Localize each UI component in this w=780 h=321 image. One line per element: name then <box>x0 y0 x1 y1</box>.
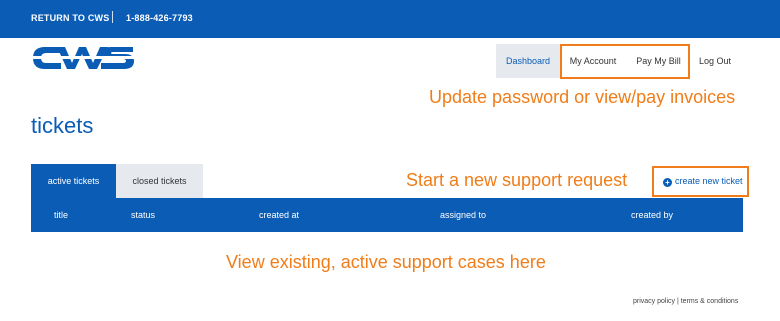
new-request-annotation: Start a new support request <box>406 170 628 190</box>
tab-closed-tickets[interactable]: closed tickets <box>116 164 203 198</box>
privacy-policy-link[interactable]: privacy policy <box>633 298 675 305</box>
phone-number[interactable]: 1-888-426-7793 <box>126 13 193 23</box>
terms-link[interactable]: terms & conditions <box>681 298 739 305</box>
page-title: tickets <box>31 113 94 138</box>
existing-cases-annotation: View existing, active support cases here <box>226 252 546 272</box>
nav-dashboard[interactable]: Dashboard <box>496 44 560 78</box>
account-annotation: Update password or view/pay invoices <box>429 87 736 107</box>
cws-logo[interactable] <box>31 44 134 72</box>
create-ticket-button[interactable]: + create new ticket <box>652 166 749 197</box>
account-highlight-box <box>560 44 690 79</box>
column-header-title[interactable]: title <box>54 210 68 220</box>
column-header-created-by[interactable]: created by <box>631 210 673 220</box>
column-header-created-at[interactable]: created at <box>259 210 299 220</box>
create-ticket-label: create new ticket <box>675 176 743 186</box>
footer-links: privacy policy | terms & conditions <box>633 298 738 305</box>
tab-active-tickets[interactable]: active tickets <box>31 164 116 198</box>
nav-log-out[interactable]: Log Out <box>691 44 739 78</box>
plus-circle-icon: + <box>663 178 672 187</box>
topbar-divider <box>112 11 113 23</box>
cws-logo-graphic <box>31 47 134 69</box>
return-to-cws-link[interactable]: RETURN TO CWS <box>31 13 109 23</box>
tickets-table-header: title status created at assigned to crea… <box>31 198 743 232</box>
column-header-status[interactable]: status <box>131 210 155 220</box>
column-header-assigned-to[interactable]: assigned to <box>440 210 486 220</box>
top-bar: RETURN TO CWS 1-888-426-7793 <box>0 0 780 38</box>
